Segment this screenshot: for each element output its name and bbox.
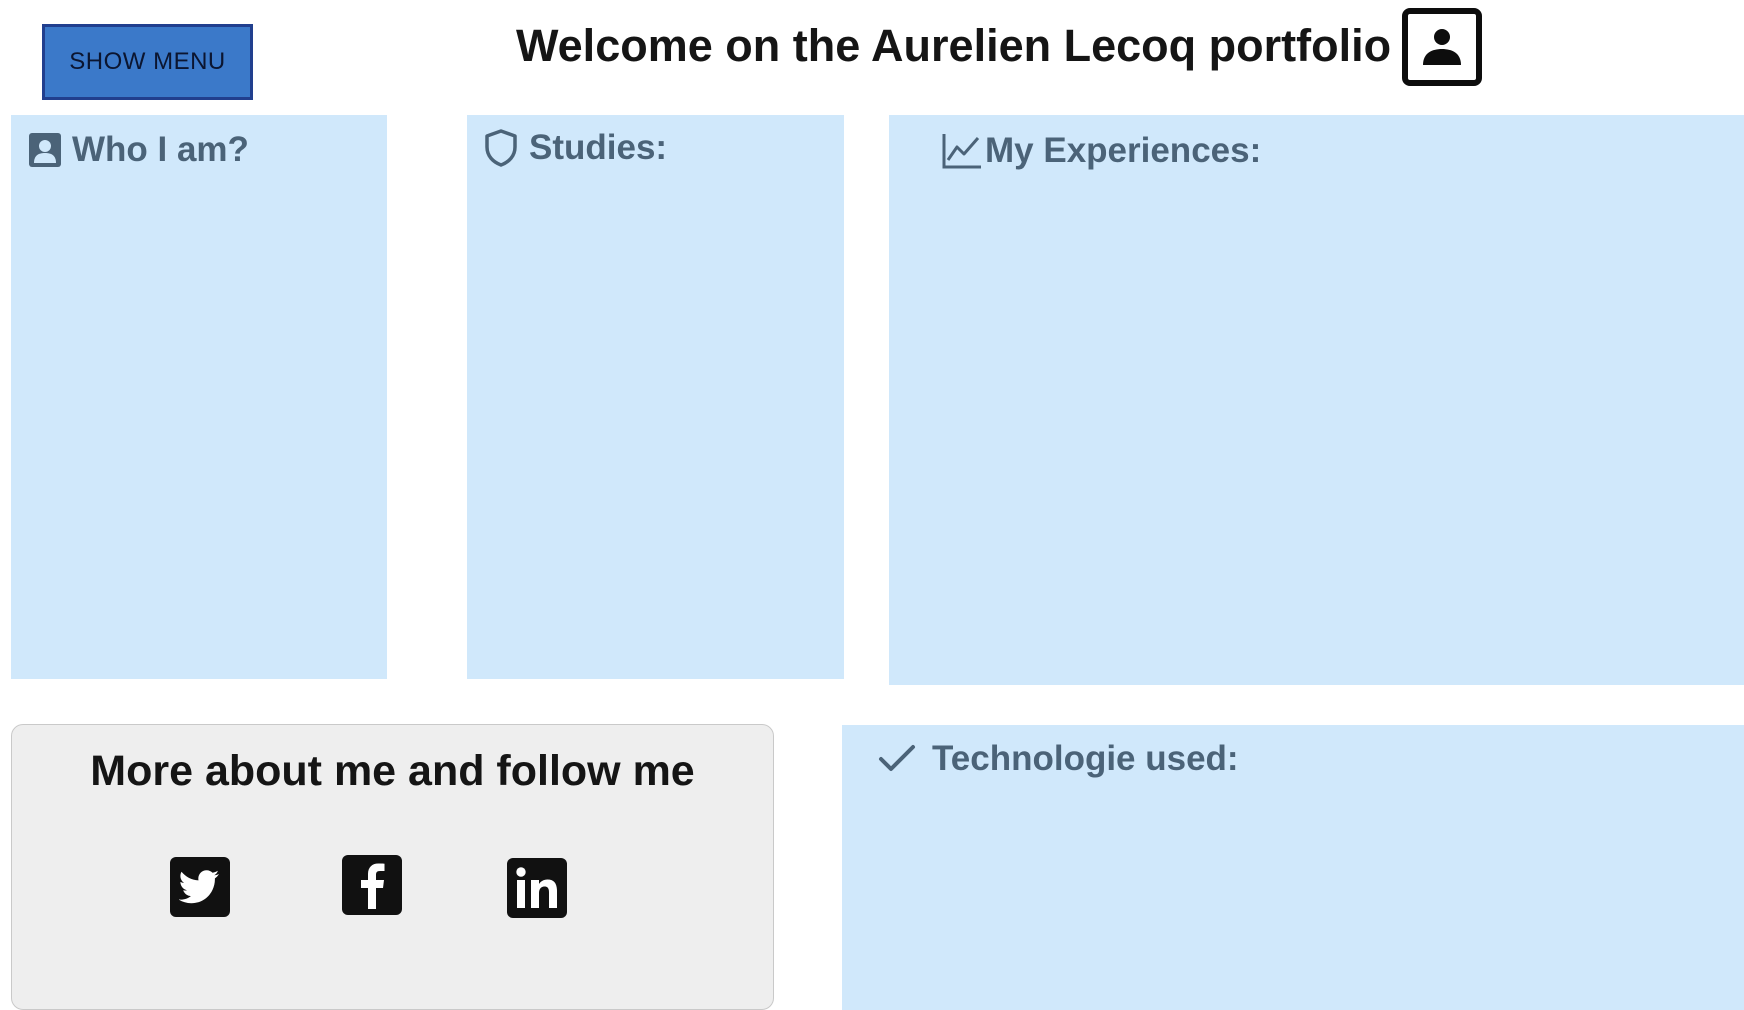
follow-me-panel: More about me and follow me: [11, 724, 774, 1010]
who-i-am-heading: Who I am?: [72, 130, 249, 169]
linkedin-icon: [516, 867, 557, 908]
twitter-icon: [179, 870, 219, 904]
page-title: Welcome on the Aurelien Lecoq portfolio: [516, 20, 1392, 71]
who-i-am-card: Who I am?: [11, 115, 387, 679]
portrait-icon: [1402, 8, 1482, 86]
linkedin-link[interactable]: [507, 858, 567, 918]
line-chart-icon: [942, 134, 981, 169]
experiences-card: My Experiences:: [889, 115, 1744, 685]
contact-card-icon: [29, 133, 61, 167]
technologies-card: Technologie used:: [842, 725, 1744, 1010]
studies-card: Studies:: [467, 115, 844, 679]
facebook-link[interactable]: [342, 855, 402, 915]
twitter-link[interactable]: [170, 857, 230, 917]
shield-icon: [485, 129, 517, 167]
check-icon: [879, 745, 915, 771]
experiences-heading: My Experiences:: [985, 131, 1262, 170]
show-menu-button[interactable]: SHOW MENU: [42, 24, 253, 100]
follow-me-heading: More about me and follow me: [90, 747, 695, 795]
technologies-heading: Technologie used:: [932, 739, 1239, 778]
studies-heading: Studies:: [529, 128, 668, 167]
facebook-icon: [361, 863, 385, 909]
